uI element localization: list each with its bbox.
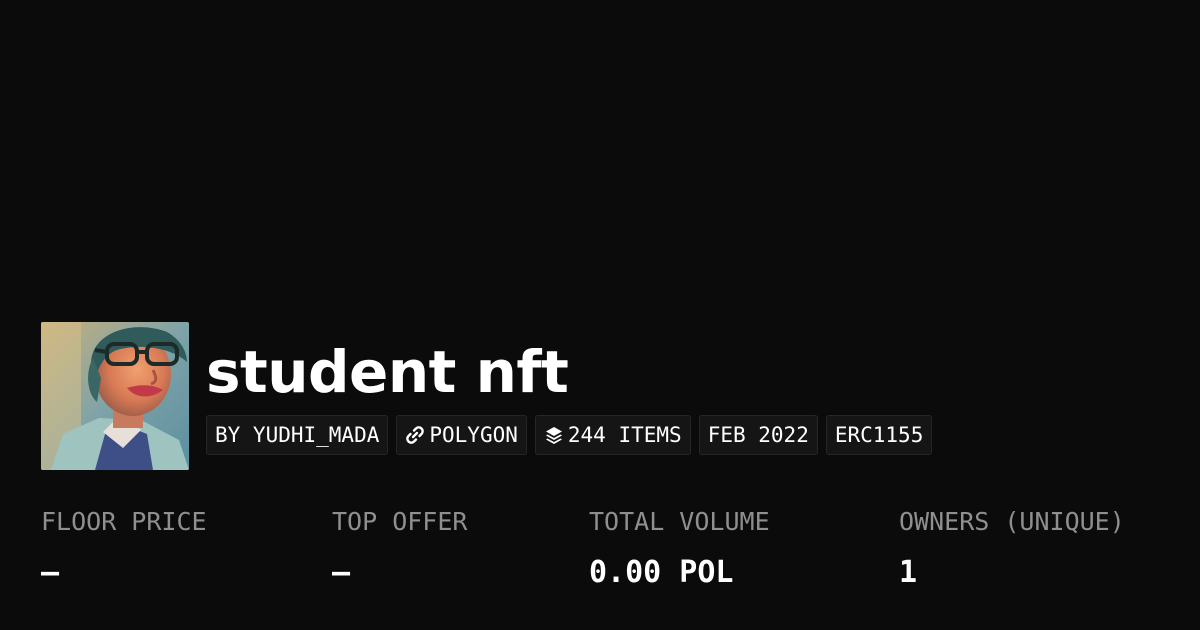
items-tag[interactable]: 244 ITEMS <box>534 415 691 455</box>
creator-label: BY YUDHI_MADA <box>215 423 380 447</box>
stat-top-offer: TOP OFFER – <box>332 504 467 592</box>
link-icon <box>405 425 425 445</box>
stat-floor-price: FLOOR PRICE – <box>41 504 207 592</box>
stat-label: TOTAL VOLUME <box>589 507 770 536</box>
created-date-label: FEB 2022 <box>707 423 809 447</box>
stat-label: OWNERS (UNIQUE) <box>899 507 1125 536</box>
stat-value: – <box>332 555 351 590</box>
chain-label: POLYGON <box>429 423 518 447</box>
token-standard-label: ERC1155 <box>834 423 924 447</box>
layers-icon <box>544 425 564 445</box>
stat-total-volume: TOTAL VOLUME 0.00 POL <box>589 504 770 592</box>
stat-label: FLOOR PRICE <box>41 507 207 536</box>
token-standard-tag: ERC1155 <box>825 415 933 455</box>
collection-title: student nft <box>206 338 569 406</box>
stat-value: 1 <box>899 555 918 590</box>
chain-tag[interactable]: POLYGON <box>396 415 527 455</box>
collection-avatar <box>41 322 189 470</box>
stat-label: TOP OFFER <box>332 507 468 536</box>
creator-tag[interactable]: BY YUDHI_MADA <box>206 415 389 455</box>
stat-value: 0.00 POL <box>589 555 734 590</box>
stat-value: – <box>41 555 60 590</box>
collection-banner <box>0 0 1200 310</box>
created-date-tag: FEB 2022 <box>698 415 818 455</box>
collection-tags: BY YUDHI_MADA POLYGON 244 ITEMS FEB 2022 <box>206 415 933 455</box>
stat-owners: OWNERS (UNIQUE) 1 <box>899 504 1125 592</box>
items-label: 244 ITEMS <box>567 423 682 447</box>
